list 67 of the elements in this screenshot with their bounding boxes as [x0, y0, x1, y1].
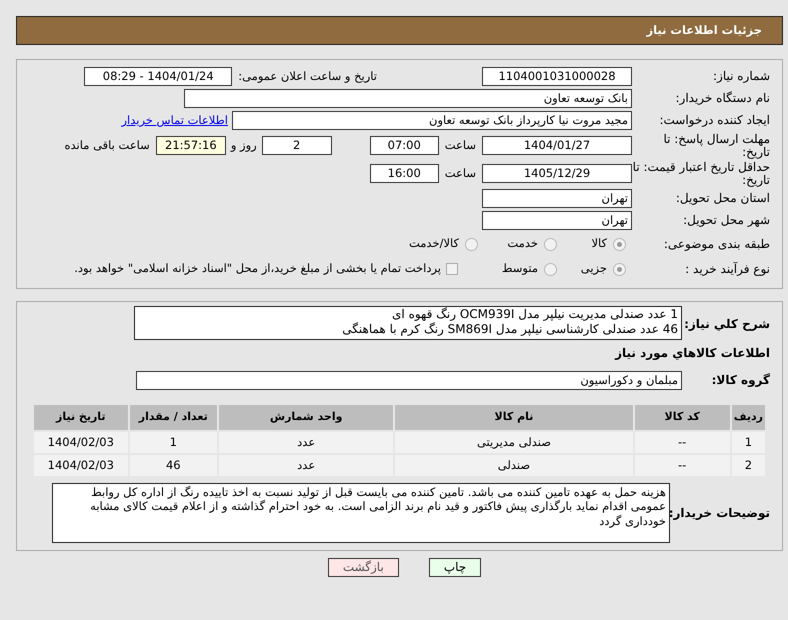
radio-button[interactable] — [613, 238, 626, 250]
table-cell: صندلی — [394, 454, 634, 477]
field-label: شهر محل تحویل: — [682, 214, 771, 227]
table-cell: 1404/02/03 — [33, 454, 129, 477]
table-cell: صندلی مدیریتی — [394, 430, 634, 454]
announce-date-field[interactable]: 1404/01/24 - 08:29 — [84, 67, 232, 86]
field-label: روز و — [230, 136, 257, 154]
field-label: نوع فرآیند خرید : — [684, 262, 771, 276]
table-cell: 1404/02/03 — [33, 430, 129, 454]
column-header: ردیف — [730, 404, 766, 430]
field-label: متوسط — [500, 260, 538, 278]
description-box[interactable]: 1 عدد صندلی مدیریت نیلپر مدل OCM939I رنگ قهوه ای 46 عدد صندلی کارشناسی نیلپر مدل SM869I رنگ کرم با هماهنگی — [134, 306, 682, 340]
field-label: حداقل تاریخ اعتبار قیمت: تا تاریخ: — [632, 160, 771, 186]
days-field[interactable]: 2 — [262, 136, 332, 155]
field-label: شرح کلي نياز: — [683, 316, 771, 331]
field-label: مهلت ارسال پاسخ: تا تاریخ: — [662, 132, 771, 158]
print-button[interactable]: چاپ — [428, 558, 482, 577]
column-header: کد کالا — [634, 404, 731, 430]
radio-button[interactable] — [544, 262, 557, 276]
field-label: ساعت — [444, 136, 476, 154]
table-cell: عدد — [218, 430, 394, 454]
field-label: طبقه بندی موضوعی: — [662, 238, 771, 250]
field-label: جزیی — [580, 260, 607, 278]
column-header: نام کالا — [394, 404, 634, 430]
table-cell: 2 — [730, 454, 766, 477]
field-label: گروه کالا: — [710, 374, 771, 387]
validity-date-field[interactable]: 1405/12/29 — [482, 164, 632, 183]
field-label: شماره نیاز: — [712, 70, 771, 83]
field-label: پرداخت تمام یا بخشی از مبلغ خرید،از محل "اسناد خزانه اسلامی" خواهد بود. — [74, 260, 441, 278]
column-header: تاریخ نیاز — [33, 404, 129, 430]
table-cell: -- — [634, 430, 731, 454]
checkbox[interactable] — [446, 263, 458, 275]
field-label: کالا — [590, 235, 607, 252]
field-label: تاریخ و ساعت اعلان عمومی: — [238, 68, 377, 85]
field-label: توضیحات خریدار: — [670, 506, 771, 520]
need-number-field[interactable]: 1104001031000028 — [482, 67, 632, 86]
buyer-field[interactable]: بانک توسعه تعاون — [184, 89, 632, 108]
table-cell: 46 — [128, 454, 218, 477]
contact-link[interactable]: اطلاعات تماس خریدار — [121, 112, 228, 130]
field-label: نام دستگاه خریدار: — [674, 92, 771, 105]
table-cell: 1 — [730, 430, 766, 454]
notes-box[interactable]: هزینه حمل به عهده تامین کننده می باشد. تامین کننده می بایست قبل از تولید نسبت به اخذ تاییده رنگ از اداره کل روابط عمومی اقدام نماید بارگذاری پیش فاکتور و قید نام برند الزامی است. به خود احترام گذاشته و از اعلام قیمت کالای مشابه خودداری گردد — [52, 483, 670, 543]
radio-button[interactable] — [465, 238, 478, 250]
deadline-date-field[interactable]: 1404/01/27 — [482, 136, 632, 155]
field-label: استان محل تحویل: — [674, 192, 771, 205]
column-header: تعداد / مقدار — [128, 404, 218, 430]
field-label: کالا/خدمت — [408, 235, 459, 252]
goods-group-field[interactable]: مبلمان و دکوراسیون — [136, 371, 682, 390]
field-label: خدمت — [506, 235, 538, 252]
field-label: ساعت باقی مانده — [64, 136, 150, 154]
column-header: واحد شمارش — [218, 404, 394, 430]
requester-field[interactable]: مجید مروت نیا کارپرداز بانک توسعه تعاون — [232, 111, 632, 130]
radio-button[interactable] — [613, 262, 626, 276]
page-title: جزئیات اطلاعات نیاز — [646, 22, 762, 39]
field-label: ساعت — [444, 164, 476, 182]
table-cell: -- — [634, 454, 731, 477]
back-button[interactable]: بازگشت — [328, 558, 399, 577]
province-field[interactable]: تهران — [482, 189, 632, 208]
section-heading: اطلاعات کالاهاي مورد نياز — [614, 345, 771, 362]
remaining-time-field[interactable]: 21:57:16 — [156, 136, 226, 155]
validity-time-field[interactable]: 16:00 — [370, 164, 439, 183]
table-cell: 1 — [128, 430, 218, 454]
deadline-time-field[interactable]: 07:00 — [370, 136, 439, 155]
field-label: ایجاد کننده درخواست: — [658, 114, 771, 127]
table-cell: عدد — [218, 454, 394, 477]
radio-button[interactable] — [544, 238, 557, 250]
city-field[interactable]: تهران — [482, 211, 632, 230]
